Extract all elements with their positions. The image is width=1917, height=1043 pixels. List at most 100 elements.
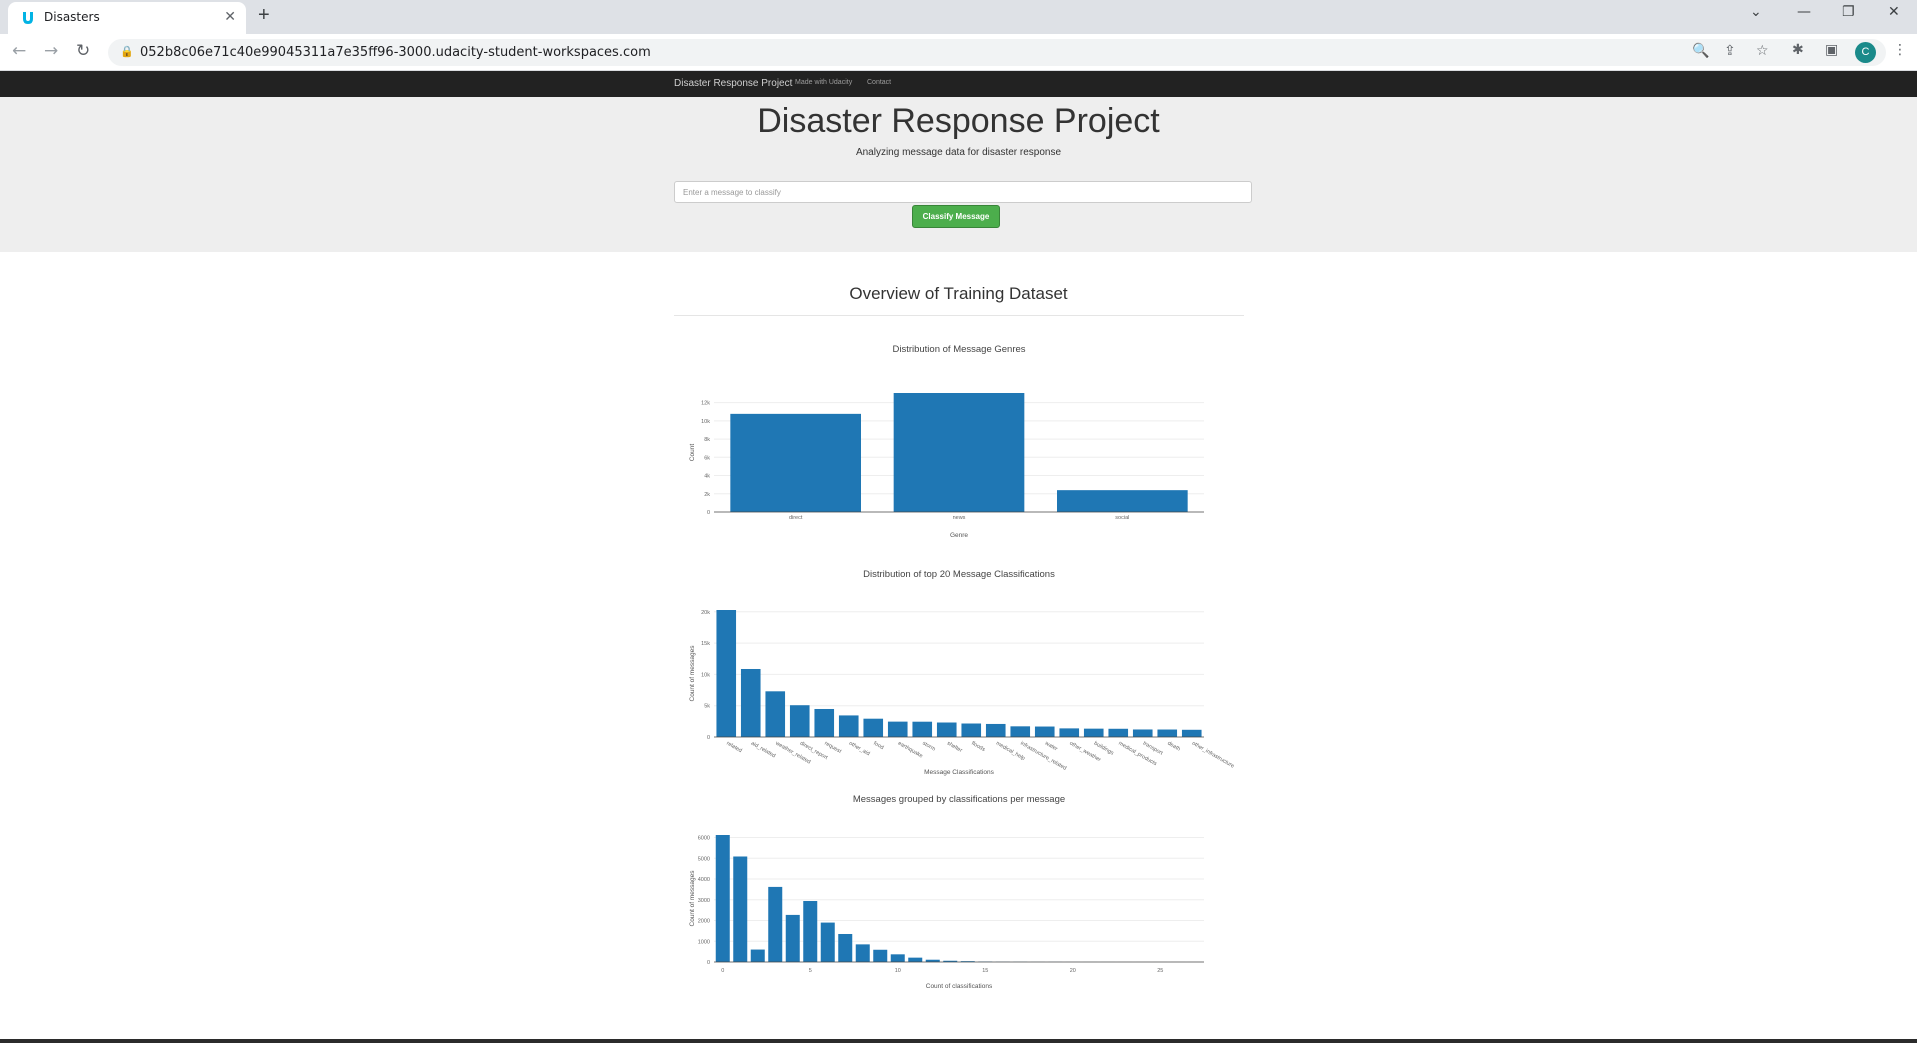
bookmark-star-icon[interactable]: ☆ [1756, 43, 1769, 59]
menu-kebab-icon[interactable]: ⋮ [1893, 42, 1907, 58]
page-title: Disaster Response Project [757, 102, 1160, 140]
overview-heading: Overview of Training Dataset [849, 284, 1068, 303]
x-tick-label: aid_related [750, 741, 777, 760]
bar [785, 914, 800, 962]
bar [1108, 728, 1129, 737]
x-tick-label: 20 [1070, 968, 1076, 974]
x-axis-label: Genre [950, 532, 968, 539]
y-tick-label: 3000 [698, 898, 710, 904]
x-tick-label: 0 [721, 968, 724, 974]
browser-toolbar: ← → ↻ 🔒 052b8c06e71c40e99045311a7e35ff96… [0, 34, 1917, 71]
reload-icon[interactable]: ↻ [76, 41, 90, 61]
share-icon[interactable]: ⇪ [1724, 43, 1736, 59]
minimize-icon[interactable]: — [1797, 4, 1811, 20]
classify-message-button[interactable]: Classify Message [912, 205, 1000, 228]
y-tick-label: 0 [707, 960, 710, 966]
bar [936, 722, 957, 737]
new-tab-icon[interactable]: + [258, 4, 270, 27]
classifications-per-message-chart: Messages grouped by classifications per … [689, 794, 1204, 990]
x-tick-label: related [725, 741, 743, 755]
top-classifications-chart: Distribution of top 20 Message Classific… [689, 569, 1235, 776]
y-axis-label: Count [689, 444, 696, 462]
bar [715, 835, 730, 962]
bar [1059, 728, 1080, 737]
chart-title: Distribution of Message Genres [892, 344, 1025, 355]
y-tick-label: 20k [701, 610, 710, 616]
bar [1057, 490, 1188, 512]
x-tick-label: shelter [946, 741, 963, 755]
y-tick-label: 0 [707, 510, 710, 516]
profile-avatar[interactable]: C [1855, 42, 1876, 63]
nav-link-contact[interactable]: Contact [867, 79, 891, 86]
side-panel-icon[interactable]: ▣ [1825, 42, 1838, 58]
y-tick-label: 6k [704, 455, 710, 461]
restore-icon[interactable]: ❐ [1842, 4, 1855, 20]
chart-title: Distribution of top 20 Message Classific… [863, 569, 1055, 580]
url-text[interactable]: 052b8c06e71c40e99045311a7e35ff96-3000.ud… [140, 45, 651, 60]
udacity-logo-icon [23, 12, 33, 24]
bar [814, 708, 835, 737]
y-tick-label: 4k [704, 474, 710, 480]
y-tick-label: 4000 [698, 877, 710, 883]
bar [803, 901, 818, 962]
bar [750, 949, 765, 962]
x-tick-label: food [872, 741, 884, 752]
zoom-icon[interactable]: 🔍 [1692, 43, 1709, 59]
bar [985, 723, 1006, 737]
site-navbar: Disaster Response Project Made with Udac… [0, 71, 1917, 97]
bar [1157, 729, 1178, 737]
x-tick-label: floods [970, 741, 986, 754]
tab-search-icon[interactable]: ⌄ [1750, 4, 1762, 20]
bar [838, 715, 859, 737]
y-tick-label: 6000 [698, 836, 710, 842]
bar [887, 721, 908, 737]
extensions-icon[interactable]: ✱ [1792, 42, 1804, 58]
bar [1132, 729, 1153, 737]
x-tick-label: 25 [1157, 968, 1163, 974]
x-axis-label: Message Classifications [924, 769, 994, 776]
bar [961, 723, 982, 737]
x-tick-label: earthquake [897, 741, 924, 760]
x-tick-label: 15 [982, 968, 988, 974]
browser-tab[interactable]: Disasters ✕ [8, 2, 246, 34]
x-axis-label: Count of classifications [926, 983, 993, 990]
x-tick-label: direct [789, 515, 803, 521]
bar [1181, 729, 1202, 737]
bar [838, 933, 853, 962]
bar [768, 886, 783, 962]
bar [820, 922, 835, 962]
back-icon[interactable]: ← [12, 41, 26, 61]
bar [908, 957, 923, 962]
bar [1034, 726, 1055, 737]
bar [740, 668, 761, 737]
forward-icon[interactable]: → [44, 41, 58, 61]
y-tick-label: 10k [701, 419, 710, 425]
bar [855, 944, 870, 962]
bar [1083, 728, 1104, 737]
bottom-bar [0, 1039, 1917, 1043]
x-tick-label: other_aid [848, 741, 871, 758]
jumbotron: Disaster Response Project Analyzing mess… [0, 97, 1917, 252]
y-axis-label: Count of messages [689, 645, 696, 702]
x-tick-label: death [1166, 741, 1181, 753]
bar [873, 949, 888, 962]
x-tick-label: water [1043, 740, 1059, 753]
chart-title: Messages grouped by classifications per … [853, 794, 1065, 805]
lock-icon: 🔒 [120, 46, 134, 58]
y-tick-label: 0 [707, 735, 710, 741]
nav-link-made-with-udacity[interactable]: Made with Udacity [795, 79, 852, 86]
navbar-brand[interactable]: Disaster Response Project [674, 78, 792, 89]
bar [1010, 726, 1031, 737]
x-tick-label: storm [921, 741, 936, 753]
genre-distribution-chart: Distribution of Message Genres 0 2k 4k 6k 8k 1… [689, 344, 1204, 539]
y-tick-label: 1000 [698, 939, 710, 945]
window-close-icon[interactable]: ✕ [1888, 4, 1900, 20]
y-tick-label: 10k [701, 672, 710, 678]
tab-close-icon[interactable]: ✕ [224, 8, 236, 25]
y-tick-label: 2000 [698, 919, 710, 925]
y-tick-label: 15k [701, 641, 710, 647]
address-bar[interactable]: 🔒 052b8c06e71c40e99045311a7e35ff96-3000.… [108, 39, 1886, 66]
x-tick-label: 5 [809, 968, 812, 974]
message-input[interactable] [674, 181, 1252, 203]
bar [730, 413, 861, 512]
